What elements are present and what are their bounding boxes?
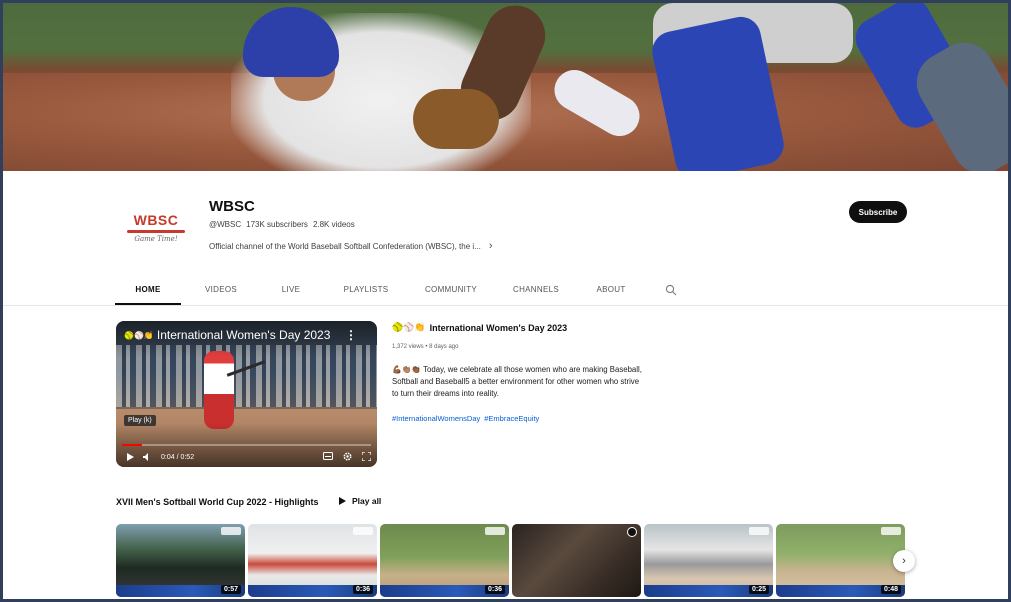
video-thumbnail[interactable]: 0:25 <box>644 524 773 597</box>
play-icon <box>339 497 346 505</box>
thumbnail-logo <box>353 527 373 535</box>
gear-icon[interactable] <box>343 451 352 463</box>
chevron-right-icon[interactable]: › <box>893 550 915 572</box>
subscribe-button[interactable]: Subscribe <box>849 201 907 223</box>
featured-video-title[interactable]: 🥎⚾👏 International Women's Day 2023 <box>392 322 567 333</box>
thumbnail-image <box>512 524 641 597</box>
video-thumbnail[interactable] <box>512 524 641 597</box>
tab-community[interactable]: COMMUNITY <box>411 279 491 305</box>
video-duration: 0:36 <box>352 585 373 594</box>
thumbnail-logo <box>485 527 505 535</box>
playlist-shelf: 0:57 0:36 0:36 0:25 0:48 <box>116 524 905 597</box>
logo-swoosh <box>127 229 185 233</box>
featured-video-description: 💪🏾👏🏽👏🏾 Today, we celebrate all those wom… <box>392 364 642 400</box>
fullscreen-icon[interactable] <box>361 450 372 463</box>
video-duration: 0:48 <box>880 585 901 594</box>
thumbnail-logo <box>881 527 901 535</box>
youtube-channel-page: WBSC Game Time! WBSC @WBSC 173K subscrib… <box>0 0 1011 602</box>
video-duration: 0:25 <box>748 585 769 594</box>
channel-description-text: Official channel of the World Baseball S… <box>209 241 481 251</box>
thumbnail-logo <box>221 527 241 535</box>
channel-handle: @WBSC <box>209 220 242 229</box>
video-thumbnail[interactable]: 0:48 <box>776 524 905 597</box>
play-icon[interactable] <box>126 453 134 461</box>
video-thumbnail[interactable]: 0:36 <box>248 524 377 597</box>
more-options-icon[interactable]: ⋮ <box>345 328 357 342</box>
progress-bar-fill <box>122 444 142 446</box>
featured-title-emojis: 🥎⚾👏 <box>392 322 426 332</box>
tab-playlists[interactable]: PLAYLISTS <box>326 279 406 305</box>
player-controls: 0:04 / 0:52 <box>126 450 372 463</box>
chevron-right-icon[interactable]: › <box>489 240 493 252</box>
player-overlay-title[interactable]: 🥎⚾👏 International Women's Day 2023 <box>124 328 330 342</box>
description-text: Today, we celebrate all those women who … <box>392 365 642 398</box>
channel-avatar[interactable]: WBSC Game Time! <box>121 199 191 255</box>
player-title-emojis: 🥎⚾👏 <box>124 330 154 340</box>
playlist-section-title[interactable]: XVII Men's Softball World Cup 2022 - Hig… <box>116 497 319 507</box>
player-right-controls <box>323 450 372 463</box>
progress-bar[interactable] <box>122 444 371 446</box>
tabs-divider <box>3 305 1008 306</box>
video-duration: 0:57 <box>220 585 241 594</box>
channel-banner <box>3 3 1008 171</box>
featured-video-meta: 1,372 views • 8 days ago <box>392 344 459 350</box>
play-all-label: Play all <box>352 496 382 506</box>
logo-script: Game Time! <box>134 234 178 243</box>
thumbnail-logo <box>749 527 769 535</box>
banner-glove <box>413 89 499 149</box>
logo-wordmark: WBSC <box>133 211 179 228</box>
hashtag-link[interactable]: #EmbraceEquity <box>484 414 539 423</box>
search-icon[interactable] <box>665 284 677 296</box>
play-all-button[interactable]: Play all <box>339 496 381 506</box>
video-thumbnail[interactable]: 0:57 <box>116 524 245 597</box>
channel-tabs: HOME VIDEOS LIVE PLAYLISTS COMMUNITY CHA… <box>115 279 641 305</box>
clock-icon[interactable] <box>627 527 637 537</box>
time-display: 0:04 / 0:52 <box>161 453 195 461</box>
description-emojis: 💪🏾👏🏽👏🏾 <box>392 365 422 374</box>
video-count: 2.8K videos <box>312 220 355 229</box>
subscriber-count: 173K subscribers <box>246 220 308 229</box>
channel-description[interactable]: Official channel of the World Baseball S… <box>209 240 493 252</box>
channel-meta: @WBSC 173K subscribers 2.8K videos <box>209 220 355 229</box>
hashtag-link[interactable]: #InternationalWomensDay <box>392 414 480 423</box>
captions-icon[interactable] <box>323 452 333 462</box>
player-title-text: International Women's Day 2023 <box>156 328 331 342</box>
tab-videos[interactable]: VIDEOS <box>186 279 256 305</box>
featured-hashtags: #InternationalWomensDay #EmbraceEquity <box>392 414 539 423</box>
tab-home[interactable]: HOME <box>115 279 181 305</box>
play-tooltip: Play (k) <box>124 415 156 426</box>
tab-about[interactable]: ABOUT <box>581 279 641 305</box>
video-thumbnail[interactable]: 0:36 <box>380 524 509 597</box>
tab-live[interactable]: LIVE <box>261 279 321 305</box>
channel-name: WBSC <box>209 198 255 215</box>
volume-icon[interactable] <box>143 453 152 461</box>
featured-video-player[interactable]: 🥎⚾👏 International Women's Day 2023 ⋮ Pla… <box>116 321 377 467</box>
tab-channels[interactable]: CHANNELS <box>496 279 576 305</box>
featured-title-text: International Women's Day 2023 <box>429 322 568 333</box>
video-duration: 0:36 <box>484 585 505 594</box>
